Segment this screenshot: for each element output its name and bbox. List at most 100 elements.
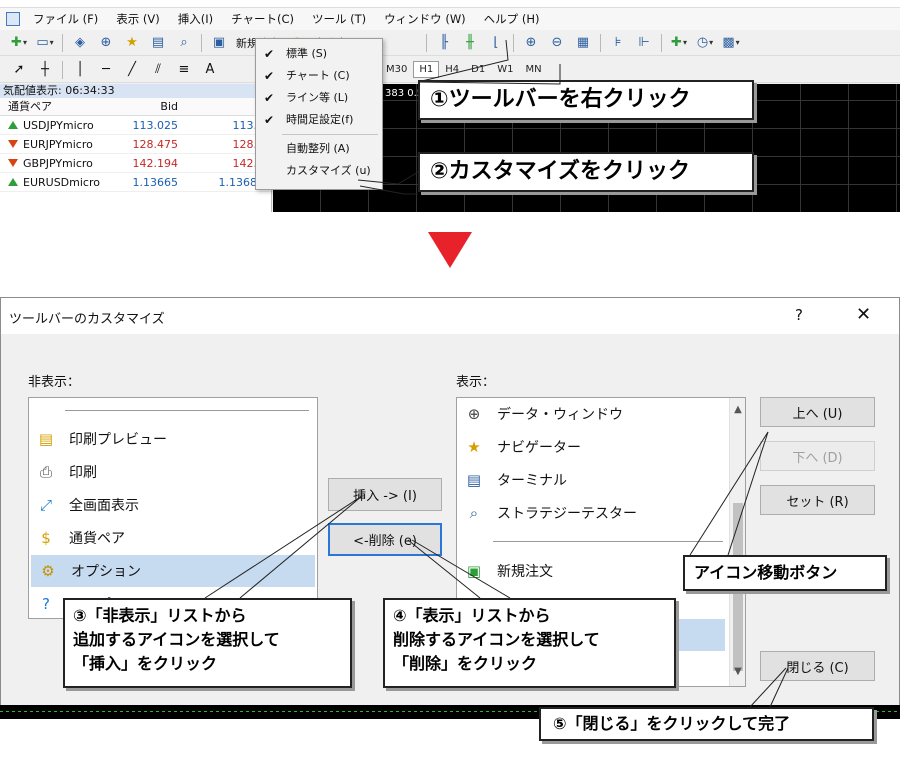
zoom-in-icon[interactable]: ⊕ (520, 33, 542, 53)
table-row[interactable]: EURUSDmicro 1.13665 1.13682 (0, 173, 271, 192)
check-icon: ✔ (264, 69, 275, 83)
list-item[interactable]: ★ ナビゲーター (457, 431, 727, 463)
timeframe-h4[interactable]: H4 (439, 61, 465, 78)
ctx-customize[interactable]: カスタマイズ (u) (256, 160, 382, 182)
menu-window[interactable]: ウィンドウ (W) (375, 11, 475, 27)
line-chart-icon[interactable]: ⌊ (485, 33, 507, 53)
insert-button[interactable]: 挿入 -> (I) (328, 478, 442, 511)
crosshair-icon[interactable]: ┼ (34, 60, 56, 80)
ctx-standard[interactable]: ✔ 標準 (S) (256, 43, 382, 65)
separator-item (493, 541, 723, 542)
table-row[interactable]: USDJPYmicro 113.025 113.0 (0, 116, 271, 135)
timeframe-mn[interactable]: MN (519, 61, 547, 78)
col-pair[interactable]: 通貨ペア (0, 98, 118, 115)
list-item[interactable]: ▤ 印刷プレビュー (29, 423, 317, 455)
data-window-icon[interactable]: ⊕ (95, 33, 117, 53)
table-row[interactable]: GBPJPYmicro 142.194 142.2 (0, 154, 271, 173)
timeframe-d1[interactable]: D1 (465, 61, 491, 78)
tile-windows-icon[interactable]: ▦ (572, 33, 594, 53)
list-item[interactable]: ⎙ 印刷 (29, 456, 317, 488)
app-icon (6, 12, 20, 26)
toolbar-context-menu: ✔ 標準 (S) ✔ チャート (C) ✔ ライン等 (L) ✔ 時間足設定(f) 自動… (255, 38, 383, 190)
price-down-icon (8, 140, 18, 148)
dialog-title: ツールバーのカスタマイズ (9, 312, 165, 327)
close-button[interactable]: 閉じる (C) (760, 651, 875, 681)
ctx-auto-arrange[interactable]: 自動整列 (A) (256, 138, 382, 160)
new-chart-icon[interactable]: ✚ (8, 33, 30, 53)
help-button[interactable]: ? (795, 306, 803, 324)
tester-icon[interactable]: ⌕ (173, 33, 195, 53)
templates-icon[interactable]: ▩ (720, 33, 742, 53)
timeframe-h1[interactable]: H1 (413, 61, 440, 78)
fullscreen-icon: ⤢ (39, 496, 52, 514)
horizontal-line-icon[interactable]: ─ (95, 60, 117, 80)
shown-list-scrollbar[interactable]: ▲ ▼ (729, 398, 745, 686)
autoscroll-icon[interactable]: ⊩ (633, 33, 655, 53)
cursor-icon[interactable]: ➚ (8, 60, 30, 80)
reset-button[interactable]: セット (R) (760, 485, 875, 515)
item-label: 全画面表示 (69, 498, 139, 514)
menu-insert[interactable]: 挿入(I) (169, 11, 222, 27)
toolbar-separator (62, 60, 63, 79)
ctx-chart[interactable]: ✔ チャート (C) (256, 65, 382, 87)
crosshair-icon: ⊕ (467, 405, 481, 423)
candle-chart-icon[interactable]: ╫ (459, 33, 481, 53)
profiles-icon[interactable]: ▭ (34, 33, 56, 53)
col-bid[interactable]: Bid (118, 98, 178, 115)
menu-chart[interactable]: チャート(C) (222, 11, 303, 27)
fibo-icon[interactable]: ≡ (173, 60, 195, 80)
bid-value: 1.13665 (132, 176, 179, 189)
text-icon[interactable]: A (199, 60, 221, 80)
list-item[interactable]: ⌕ ストラテジーテスター (457, 497, 727, 529)
table-row[interactable]: EURJPYmicro 128.475 128.4 (0, 135, 271, 154)
toolbar-separator (426, 33, 427, 52)
move-up-button[interactable]: 上へ (U) (760, 397, 875, 427)
toolbar-separator (600, 33, 601, 52)
market-watch-icon[interactable]: ◈ (69, 33, 91, 53)
market-watch-header: 通貨ペア Bid A (0, 98, 271, 116)
menu-help[interactable]: ヘルプ (H) (475, 11, 549, 27)
menu-file[interactable]: ファイル (F) (24, 11, 107, 27)
ctx-periods[interactable]: ✔ 時間足設定(f) (256, 109, 382, 131)
menu-tools[interactable]: ツール (T) (303, 11, 375, 27)
list-item[interactable]: ⤢ 全画面表示 (29, 489, 317, 521)
close-icon[interactable]: ✕ (856, 304, 871, 325)
standard-toolbar[interactable]: ✚ ▭ ◈ ⊕ ★ ▤ ⌕ ▣ 新規注文 ● 自動売買 ╟ ╫ ⌊ ⊕ ⊖ ▦ … (0, 30, 900, 56)
terminal-icon: ▤ (466, 471, 482, 489)
item-label: データ・ウィンドウ (497, 407, 623, 423)
timeframe-m30[interactable]: M30 (380, 61, 413, 78)
menu-bar: ファイル (F) 表示 (V) 挿入(I) チャート(C) ツール (T) ウィ… (0, 8, 900, 30)
timeframe-w1[interactable]: W1 (491, 61, 519, 78)
channel-icon[interactable]: ⫽ (147, 60, 169, 80)
price-down-icon (8, 159, 18, 167)
navigator-icon[interactable]: ★ (121, 33, 143, 53)
menu-view[interactable]: 表示 (V) (107, 11, 169, 27)
check-icon: ✔ (264, 91, 275, 105)
vertical-line-icon[interactable]: │ (69, 60, 91, 80)
zoom-out-icon[interactable]: ⊖ (546, 33, 568, 53)
bid-value: 128.475 (132, 138, 179, 151)
list-item[interactable]: $ 通貨ペア (29, 522, 317, 554)
remove-button[interactable]: <-削除 (e) (328, 523, 442, 556)
price-up-icon (8, 121, 18, 129)
callout-customize: ②カスタマイズをクリック (418, 152, 754, 192)
separator-item (65, 410, 309, 411)
trendline-icon[interactable]: ╱ (121, 60, 143, 80)
printer-icon: ⎙ (39, 463, 52, 481)
list-item[interactable]: ▤ ターミナル (457, 464, 727, 496)
list-item-selected[interactable]: ⚙ オプション (31, 555, 315, 587)
move-down-button[interactable]: 下へ (D) (760, 441, 875, 471)
hidden-list[interactable]: ▤印刷プレビュー ⎙印刷 ⤢全画面表示 $通貨ペア ⚙オプション ?ヘルプ (28, 397, 318, 619)
new-order-icon[interactable]: ▣ (208, 33, 230, 53)
check-icon: ✔ (264, 47, 275, 61)
ctx-line-studies[interactable]: ✔ ライン等 (L) (256, 87, 382, 109)
list-item[interactable]: ⊕ データ・ウィンドウ (457, 398, 727, 430)
scroll-up-icon[interactable]: ▲ (730, 404, 745, 415)
ctx-label: ライン等 (L) (286, 91, 349, 104)
bar-chart-icon[interactable]: ╟ (433, 33, 455, 53)
periods-icon[interactable]: ◷ (694, 33, 716, 53)
scroll-down-icon[interactable]: ▼ (730, 666, 745, 677)
chart-shift-icon[interactable]: ⊧ (607, 33, 629, 53)
indicators-icon[interactable]: ✚ (668, 33, 690, 53)
terminal-icon[interactable]: ▤ (147, 33, 169, 53)
